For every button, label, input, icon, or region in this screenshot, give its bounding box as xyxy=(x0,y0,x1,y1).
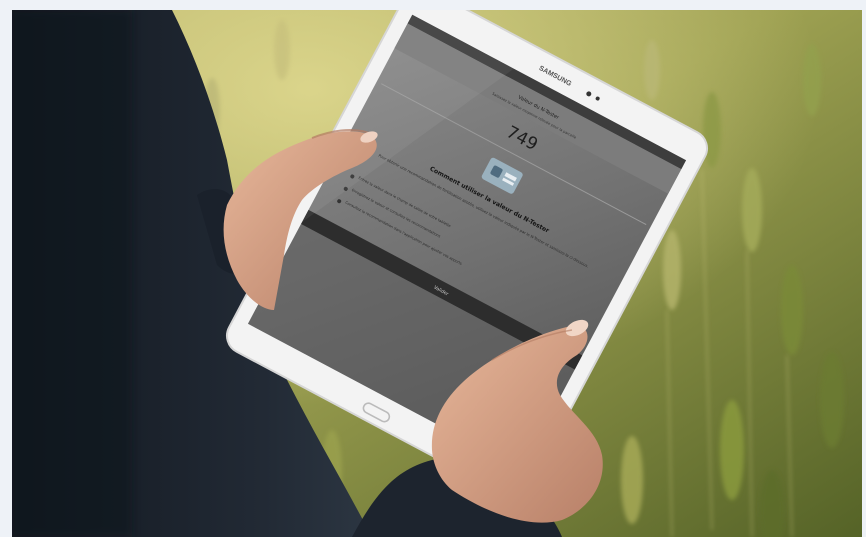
frame: SAMSUNG Valeur du N-Tester Saisissez la … xyxy=(0,0,866,537)
photograph: SAMSUNG Valeur du N-Tester Saisissez la … xyxy=(12,10,862,537)
left-vignette xyxy=(12,10,132,537)
